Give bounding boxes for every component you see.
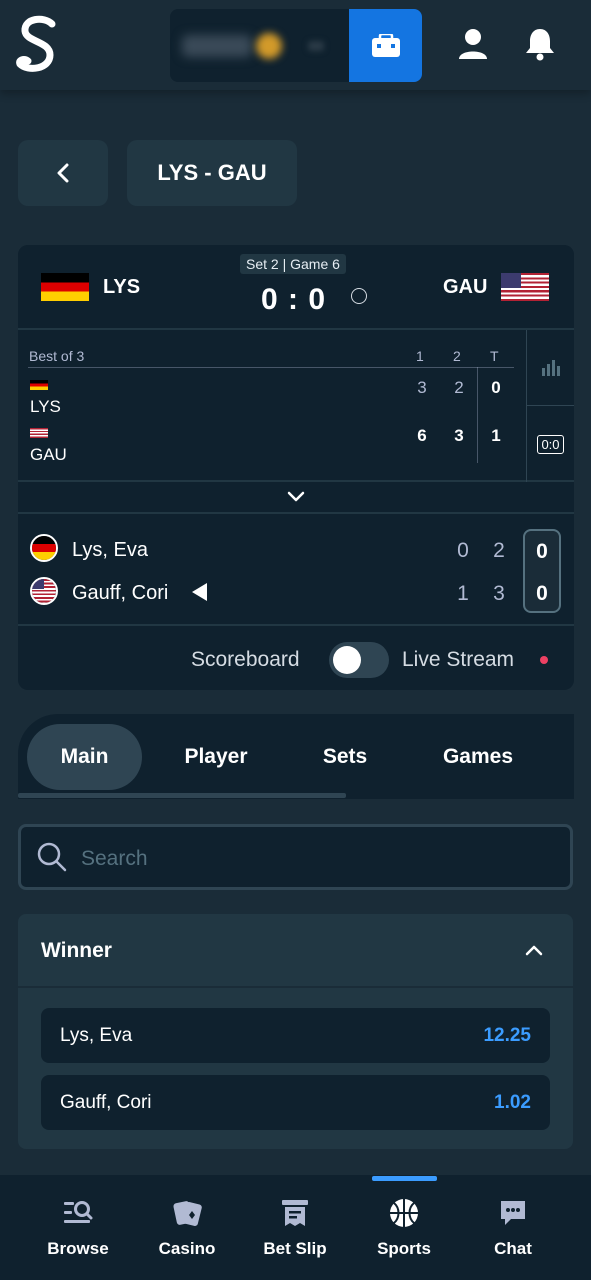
- selection-odds: 1.02: [494, 1092, 531, 1113]
- column-header-total: T: [490, 348, 499, 364]
- live-stream-toggle[interactable]: [329, 642, 389, 678]
- casino-cards-icon: [171, 1197, 203, 1229]
- winner-market: Winner Lys, Eva 12.25 Gauff, Cori 1.02: [18, 914, 573, 1149]
- match-status: Set 2 | Game 6: [240, 254, 346, 274]
- scoreboard-row-name: LYS: [30, 397, 61, 416]
- scoreboard-cell: 3: [454, 426, 464, 445]
- market-title: Winner: [41, 939, 112, 962]
- back-button[interactable]: [18, 140, 108, 206]
- page-title: LYS - GAU: [127, 140, 297, 206]
- nav-browse[interactable]: Browse: [28, 1175, 128, 1280]
- scoreboard-label: Scoreboard: [191, 648, 300, 671]
- bar-chart-icon: [541, 359, 560, 376]
- basketball-icon: [388, 1197, 420, 1229]
- tab-player[interactable]: Player: [158, 724, 274, 790]
- player-game-score: 2: [493, 539, 505, 562]
- scoreboard-cell: 6: [417, 426, 427, 445]
- usa-flag-icon: [30, 428, 48, 438]
- bottom-nav: Browse Casino Bet Slip Sports Chat: [0, 1175, 591, 1280]
- player-set-score: 1: [457, 582, 469, 605]
- selection-odds: 12.25: [483, 1025, 531, 1046]
- stats-button[interactable]: [526, 330, 574, 406]
- germany-flag-icon: [30, 534, 58, 562]
- browse-icon: [62, 1197, 94, 1229]
- market-tabs: Main Player Sets Games: [18, 714, 574, 799]
- column-header-set1: 1: [416, 348, 424, 364]
- winner-market-header[interactable]: Winner: [18, 914, 573, 988]
- chevron-up-icon: [525, 945, 543, 956]
- tab-games[interactable]: Games: [418, 724, 538, 790]
- player-points: 0: [536, 540, 548, 563]
- match-score: 0 : 0: [261, 283, 327, 316]
- wallet-widget[interactable]: [170, 9, 422, 82]
- nav-label: Sports: [377, 1239, 431, 1258]
- usa-flag-icon: [30, 577, 58, 605]
- selection-button[interactable]: Gauff, Cori 1.02: [41, 1075, 550, 1130]
- live-stream-label: Live Stream: [402, 648, 515, 671]
- score-view-button[interactable]: 0:0: [526, 406, 574, 482]
- active-nav-indicator: [372, 1176, 437, 1181]
- nav-bet-slip[interactable]: Bet Slip: [245, 1175, 345, 1280]
- column-header-set2: 2: [453, 348, 461, 364]
- tab-main[interactable]: Main: [27, 724, 142, 790]
- top-bar: [0, 0, 591, 90]
- nav-label: Casino: [158, 1239, 216, 1258]
- germany-flag-icon: [41, 273, 89, 301]
- stake-logo-icon[interactable]: [14, 14, 62, 76]
- selection-button[interactable]: Lys, Eva 12.25: [41, 1008, 550, 1063]
- expand-button[interactable]: [18, 482, 574, 514]
- live-dot-icon: [540, 656, 548, 664]
- search-placeholder: Search: [81, 847, 148, 870]
- chat-icon: [497, 1197, 529, 1229]
- bet-slip-icon: [279, 1197, 311, 1229]
- scoreboard-cell: 3: [417, 378, 427, 397]
- scoreboard-row-name: GAU: [30, 445, 67, 464]
- away-team-code: GAU: [443, 276, 488, 298]
- wallet-button[interactable]: [349, 9, 422, 82]
- selection-name: Gauff, Cori: [60, 1092, 152, 1113]
- nav-sports[interactable]: Sports: [354, 1175, 454, 1280]
- player-set-score: 0: [457, 539, 469, 562]
- scoreboard-table: Best of 3 1 2 T LYS 3 2 0 GAU 6 3 1 0:0: [18, 330, 574, 482]
- user-icon[interactable]: [455, 26, 491, 62]
- stream-toggle-row: Scoreboard Live Stream: [18, 626, 574, 690]
- nav-casino[interactable]: Casino: [137, 1175, 237, 1280]
- toggle-knob: [333, 646, 361, 674]
- scoreboard-total: 0: [491, 378, 501, 397]
- search-input[interactable]: Search: [18, 824, 573, 890]
- serving-indicator-icon: [192, 583, 207, 601]
- selection-name: Lys, Eva: [60, 1025, 133, 1046]
- nav-label: Chat: [494, 1239, 532, 1258]
- player-name: Lys, Eva: [72, 539, 148, 561]
- scoreboard-cell: 2: [454, 378, 464, 397]
- match-card: LYS Set 2 | Game 6 0 : 0 GAU Best of 3 1…: [18, 245, 574, 690]
- score-view-icon: 0:0: [537, 434, 564, 454]
- nav-label: Bet Slip: [263, 1239, 327, 1258]
- nav-chat[interactable]: Chat: [463, 1175, 563, 1280]
- match-header: LYS Set 2 | Game 6 0 : 0 GAU: [18, 245, 574, 330]
- wallet-icon: [371, 33, 400, 57]
- player-name: Gauff, Cori: [72, 582, 169, 604]
- search-icon: [37, 842, 67, 872]
- home-team-code: LYS: [103, 276, 141, 298]
- live-score-panel: Lys, Eva 0 2 Gauff, Cori 1 3 0 0: [18, 516, 574, 626]
- chevron-left-icon: [57, 163, 69, 183]
- tab-sets[interactable]: Sets: [288, 724, 402, 790]
- format-label: Best of 3: [29, 348, 85, 364]
- tennis-ball-icon: [351, 288, 367, 304]
- usa-flag-icon: [501, 273, 549, 301]
- germany-flag-icon: [30, 380, 48, 390]
- player-points: 0: [536, 582, 548, 605]
- wallet-balance[interactable]: [170, 9, 349, 82]
- scoreboard-total: 1: [491, 426, 501, 445]
- player-game-score: 3: [493, 582, 505, 605]
- points-box: 0 0: [523, 529, 561, 613]
- tabs-scrollbar[interactable]: [18, 793, 346, 798]
- nav-label: Browse: [47, 1239, 109, 1258]
- chevron-down-icon: [287, 491, 305, 502]
- bell-icon[interactable]: [522, 26, 558, 62]
